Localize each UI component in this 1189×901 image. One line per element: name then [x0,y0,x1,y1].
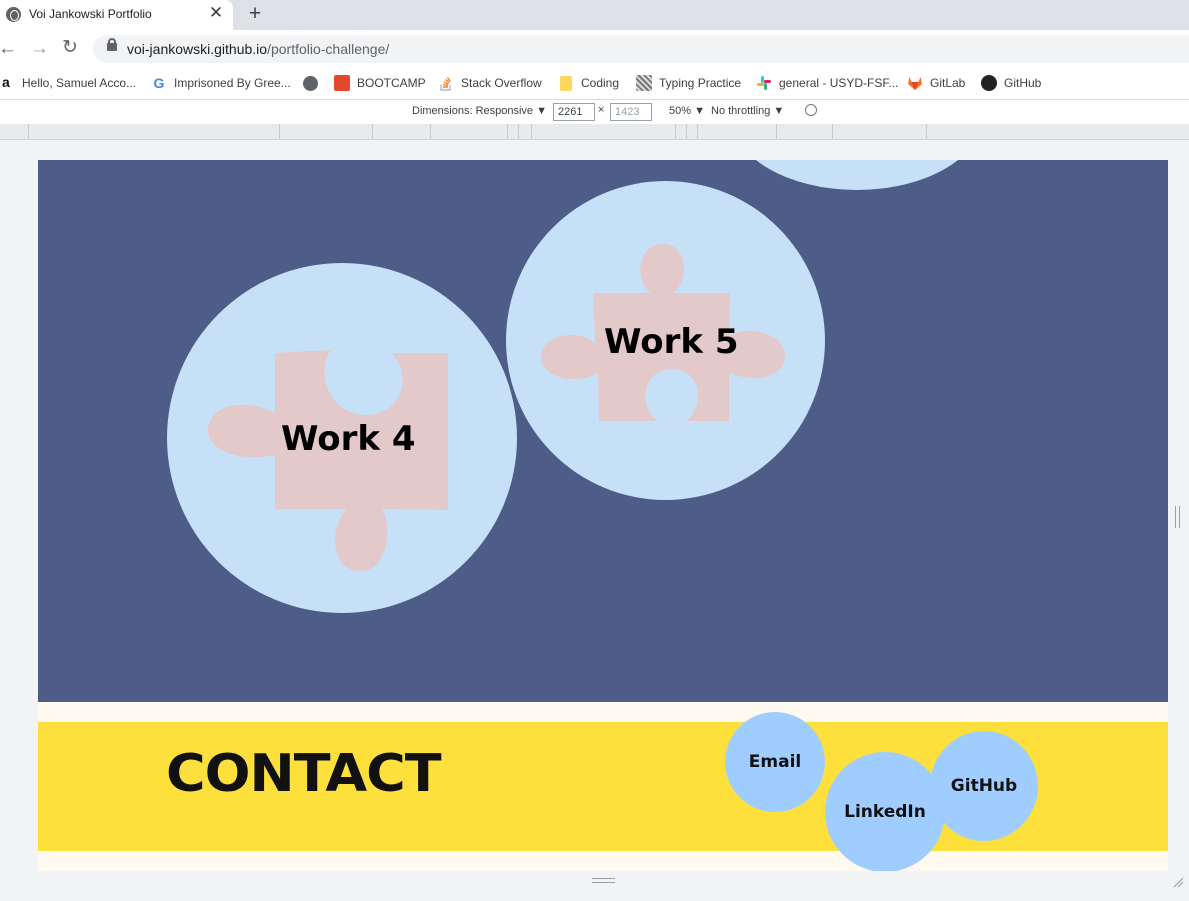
work-circle-partial[interactable] [730,160,984,190]
viewport-resize-handle-right[interactable] [1175,506,1180,528]
bookmark-github[interactable]: GitHub [981,74,1041,92]
height-input[interactable]: 1423 [610,103,652,121]
device-toolbar: Dimensions: Responsive ▼ 2261 × 1423 50%… [0,100,1189,124]
media-query-ruler[interactable] [0,124,1189,140]
bookmarks-bar: a Hello, Samuel Acco... G Imprisoned By … [0,68,1189,100]
github-link[interactable]: GitHub [930,731,1038,841]
bookmark-label: Coding [581,76,620,90]
github-icon [981,75,997,91]
rotate-icon[interactable] [805,104,817,116]
work-5-label[interactable]: Work 5 [604,322,739,362]
bookmark-globe[interactable] [303,74,325,92]
forward-arrow-icon[interactable]: → [30,38,49,60]
work-section: Work 4 Work 5 [38,160,1168,702]
url-path: /portfolio-challenge/ [267,41,390,57]
url-host: voi-jankowski.github.io [127,41,268,57]
url-text[interactable]: voi-jankowski.github.io/portfolio-challe… [127,41,389,57]
stackoverflow-icon [438,75,454,91]
work-4-puzzle-icon [207,350,448,572]
bookmark-label: BOOTCAMP [357,76,426,90]
linkedin-link[interactable]: LinkedIn [825,752,945,871]
throttling-dropdown[interactable]: No throttling ▼ [711,105,784,117]
typing-icon [636,75,652,91]
bookmark-typing[interactable]: Typing Practice [636,74,741,92]
bookmark-label: Hello, Samuel Acco... [22,76,137,90]
page-viewport: Work 4 Work 5 CONTACT Email GitHub Linke… [38,160,1168,871]
bookmark-stackoverflow[interactable]: Stack Overflow [438,74,542,92]
google-icon: G [153,75,165,91]
viewport-resize-handle-bottom[interactable] [592,878,615,883]
bookmark-imprisoned[interactable]: G Imprisoned By Gree... [151,74,291,92]
bookmark-label: GitHub [1004,76,1042,90]
bookmark-label: general - USYD-FSF... [779,76,899,90]
tab-title: Voi Jankowski Portfolio [29,7,152,21]
bookmark-bootcamp[interactable]: BOOTCAMP [334,74,426,92]
folder-icon [560,75,572,91]
work-4-label[interactable]: Work 4 [281,419,416,459]
bookmark-gitlab[interactable]: GitLab [907,74,965,92]
times-symbol: × [598,104,605,116]
browser-tab[interactable]: Voi Jankowski Portfolio ✕ [0,0,233,30]
email-link[interactable]: Email [725,712,825,812]
back-arrow-icon[interactable]: ← [0,38,17,60]
tab-favicon-globe-icon [6,7,21,22]
bookmark-label: Imprisoned By Gree... [174,76,291,90]
slack-icon [756,75,772,91]
globe-icon [303,75,318,91]
bookmark-amazon[interactable]: a Hello, Samuel Acco... [2,74,136,92]
bootcamp-icon [334,75,350,91]
bookmark-coding[interactable]: Coding [558,74,619,92]
contact-title: CONTACT [166,743,442,804]
zoom-dropdown[interactable]: 50% ▼ [669,105,705,117]
gitlab-icon [907,75,923,91]
bookmark-slack[interactable]: general - USYD-FSF... [756,74,898,92]
reload-icon[interactable]: ↻ [62,37,78,59]
width-input[interactable]: 2261 [553,103,595,121]
amazon-icon: a [2,74,10,90]
bookmark-label: Stack Overflow [461,76,542,90]
bookmark-label: GitLab [930,76,966,90]
tab-strip: Voi Jankowski Portfolio ✕ + [0,0,1189,30]
dimensions-dropdown[interactable]: Dimensions: Responsive ▼ [412,105,547,117]
viewport-resize-corner-icon[interactable] [1172,876,1184,888]
bookmark-label: Typing Practice [659,76,742,90]
new-tab-button[interactable]: + [244,1,266,27]
lock-icon[interactable] [107,38,117,51]
tab-close-icon[interactable]: ✕ [206,3,226,23]
